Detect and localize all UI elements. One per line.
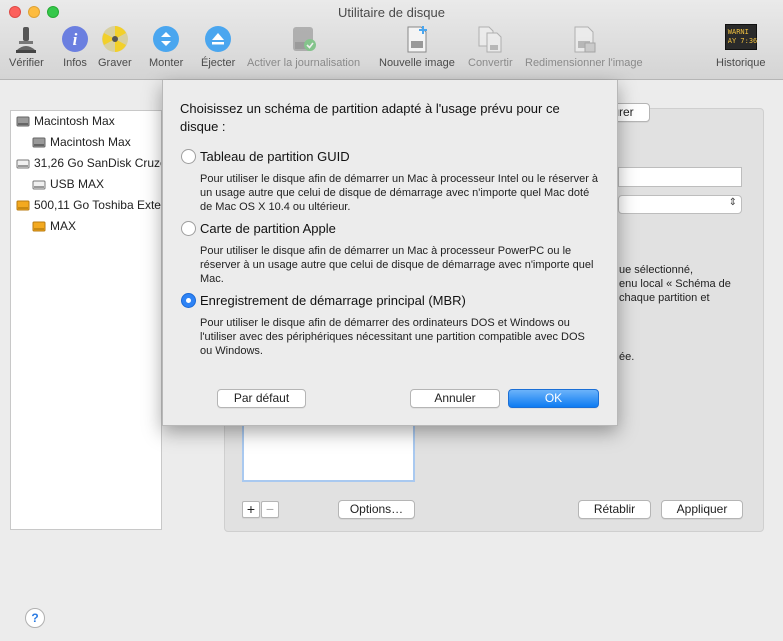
format-select[interactable]: ⇕ — [618, 195, 742, 214]
apply-button[interactable]: Appliquer — [661, 500, 743, 519]
disk-utility-window: Utilitaire de disque Vérifier i Infos Gr… — [0, 0, 783, 641]
svg-text:i: i — [73, 30, 78, 49]
sidebar-item-internal-volume[interactable]: Macintosh Max — [32, 134, 161, 154]
toolbar-mount-button[interactable]: Monter — [149, 24, 183, 69]
external-volume-icon — [32, 221, 46, 232]
microscope-icon — [16, 27, 37, 53]
resize-image-icon — [574, 26, 596, 53]
disk-sidebar: Macintosh Max Macintosh Max 31,26 Go San… — [10, 110, 162, 530]
sidebar-item-external-disk[interactable]: 500,11 Go Toshiba External — [16, 197, 161, 217]
ok-button[interactable]: OK — [508, 389, 599, 408]
cancel-button[interactable]: Annuler — [410, 389, 500, 408]
sidebar-item-external-volume[interactable]: MAX — [32, 218, 161, 238]
guid-option-description: Pour utiliser le disque afin de démarrer… — [200, 173, 599, 213]
internal-disk-icon — [16, 116, 30, 127]
name-field[interactable] — [618, 167, 742, 187]
background-text-line: chaque partition et — [619, 292, 710, 304]
toolbar-info-button[interactable]: i Infos — [60, 24, 90, 69]
help-button[interactable]: ? — [25, 608, 45, 628]
toolbar-resize-image-button[interactable]: Redimensionner l'image — [525, 24, 643, 69]
usb-disk-icon — [16, 159, 30, 169]
titlebar: Utilitaire de disque Vérifier i Infos Gr… — [0, 0, 783, 80]
new-image-icon — [407, 26, 427, 53]
usb-volume-icon — [32, 180, 46, 190]
guid-option-label[interactable]: Tableau de partition GUID — [200, 149, 350, 164]
apple-partition-map-radio[interactable] — [181, 221, 196, 236]
sidebar-item-usb-disk[interactable]: 31,26 Go SanDisk Cruzer — [16, 155, 161, 175]
background-text-line: enu local « Schéma de — [619, 278, 731, 290]
mbr-option-label[interactable]: Enregistrement de démarrage principal (M… — [200, 293, 466, 308]
mbr-radio[interactable] — [181, 293, 196, 308]
apple-partition-map-label[interactable]: Carte de partition Apple — [200, 221, 336, 236]
toolbar-journal-button[interactable]: Activer la journalisation — [247, 24, 360, 69]
window-title: Utilitaire de disque — [338, 5, 445, 20]
remove-partition-button[interactable]: − — [261, 501, 279, 518]
external-disk-icon — [16, 200, 30, 211]
chevron-updown-icon: ⇕ — [728, 197, 737, 208]
toolbar-verify-button[interactable]: Vérifier — [9, 24, 44, 69]
info-icon: i — [62, 26, 88, 52]
mbr-option-description: Pour utiliser le disque afin de démarrer… — [200, 317, 585, 357]
journal-icon — [292, 27, 316, 51]
toolbar-new-image-button[interactable]: Nouvelle image — [379, 24, 455, 69]
sidebar-item-internal-disk[interactable]: Macintosh Max — [16, 113, 161, 133]
mount-icon — [153, 26, 180, 52]
toolbar-history-button[interactable]: WARNI AY 7:36 Historique — [716, 24, 766, 69]
partition-scheme-sheet: Choisissez un schéma de partition adapté… — [162, 80, 618, 426]
sheet-prompt: Choisissez un schéma de partition adapté… — [180, 101, 560, 134]
add-partition-button[interactable]: + — [242, 501, 260, 518]
burn-icon — [101, 26, 128, 52]
default-button[interactable]: Par défaut — [217, 389, 306, 408]
convert-icon — [478, 26, 502, 53]
log-icon-text: WARNI AY 7:36 — [727, 28, 758, 45]
revert-button[interactable]: Rétablir — [578, 500, 651, 519]
eject-icon — [205, 26, 232, 52]
apple-partition-map-description: Pour utiliser le disque afin de démarrer… — [200, 245, 594, 285]
guid-radio[interactable] — [181, 149, 196, 164]
toolbar-eject-button[interactable]: Éjecter — [201, 24, 235, 69]
sidebar-item-usb-volume[interactable]: USB MAX — [32, 176, 161, 196]
partition-layout-box[interactable] — [242, 426, 415, 482]
background-text-line: ue sélectionné, — [619, 264, 693, 276]
background-text-line: ée. — [619, 351, 635, 363]
log-icon: WARNI AY 7:36 — [724, 24, 758, 50]
toolbar-burn-button[interactable]: Graver — [98, 24, 132, 69]
options-button[interactable]: Options… — [338, 500, 415, 519]
internal-volume-icon — [32, 137, 46, 148]
toolbar-convert-button[interactable]: Convertir — [468, 24, 513, 69]
